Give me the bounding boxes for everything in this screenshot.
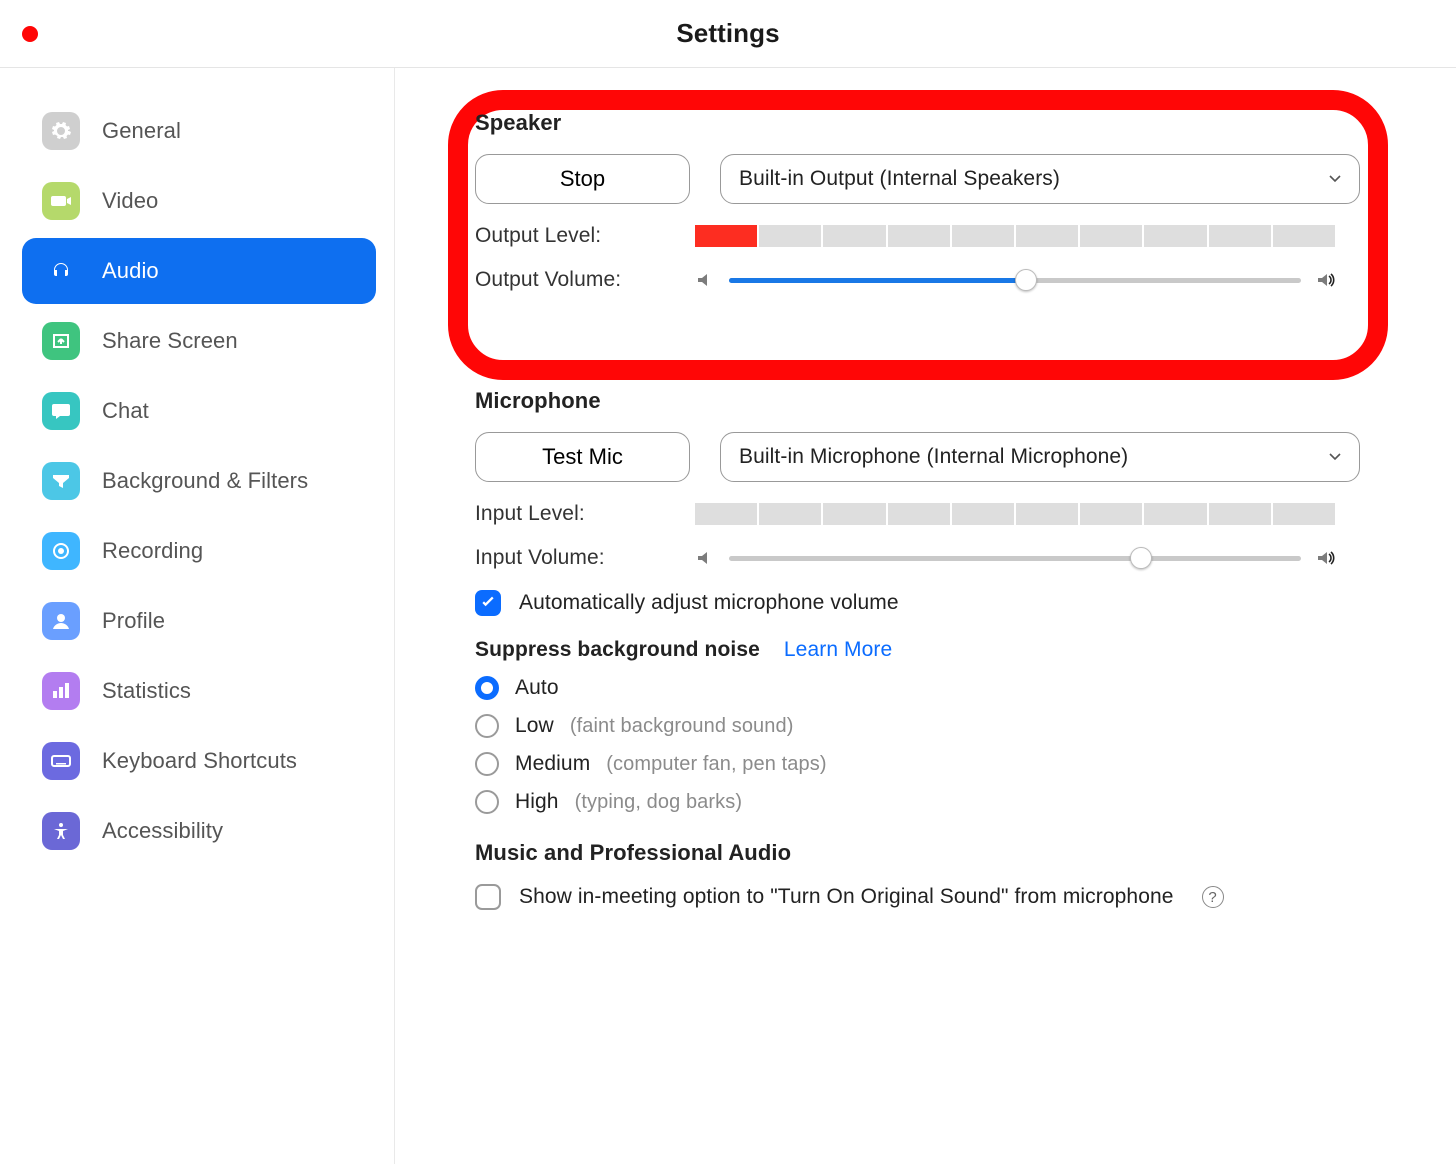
- speaker-device-label: Built-in Output (Internal Speakers): [739, 167, 1060, 191]
- learn-more-link[interactable]: Learn More: [784, 638, 892, 662]
- noise-heading: Suppress background noise: [475, 638, 760, 662]
- music-heading: Music and Professional Audio: [475, 840, 1406, 866]
- sidebar: General Video Audio Share Screen Chat Backgro…: [0, 68, 395, 1164]
- sidebar-item-video[interactable]: Video: [22, 168, 376, 234]
- volume-low-icon: [695, 548, 715, 568]
- noise-radio-group: Auto Low (faint background sound) Medium (…: [475, 676, 1406, 814]
- sidebar-item-label: Keyboard Shortcuts: [102, 748, 297, 774]
- output-level-meter: [695, 225, 1335, 247]
- auto-adjust-label: Automatically adjust microphone volume: [519, 591, 899, 615]
- original-sound-checkbox[interactable]: [475, 884, 501, 910]
- sidebar-item-label: Video: [102, 188, 158, 214]
- filters-icon: [42, 462, 80, 500]
- sidebar-item-label: Profile: [102, 608, 165, 634]
- profile-icon: [42, 602, 80, 640]
- output-volume-slider[interactable]: [695, 270, 1335, 290]
- share-icon: [42, 322, 80, 360]
- chat-icon: [42, 392, 80, 430]
- radio-hint: (typing, dog barks): [575, 791, 743, 814]
- sidebar-item-recording[interactable]: Recording: [22, 518, 376, 584]
- sidebar-item-profile[interactable]: Profile: [22, 588, 376, 654]
- volume-high-icon: [1315, 270, 1335, 290]
- radio-hint: (computer fan, pen taps): [606, 753, 826, 776]
- stats-icon: [42, 672, 80, 710]
- speaker-section: Speaker Stop Built-in Output (Internal S…: [435, 100, 1446, 322]
- original-sound-label: Show in-meeting option to "Turn On Origi…: [519, 885, 1174, 909]
- sidebar-item-label: Chat: [102, 398, 149, 424]
- speaker-heading: Speaker: [475, 110, 1406, 136]
- main-content: Speaker Stop Built-in Output (Internal S…: [395, 68, 1456, 1164]
- sidebar-item-label: Statistics: [102, 678, 191, 704]
- noise-option-high[interactable]: High (typing, dog barks): [475, 790, 1406, 814]
- noise-option-auto[interactable]: Auto: [475, 676, 1406, 700]
- auto-adjust-checkbox[interactable]: [475, 590, 501, 616]
- noise-option-medium[interactable]: Medium (computer fan, pen taps): [475, 752, 1406, 776]
- radio-label: Low: [515, 714, 554, 738]
- microphone-section: Microphone Test Mic Built-in Microphone …: [435, 348, 1446, 910]
- microphone-heading: Microphone: [475, 388, 1406, 414]
- mic-device-label: Built-in Microphone (Internal Microphone…: [739, 445, 1128, 469]
- help-icon[interactable]: ?: [1202, 886, 1224, 908]
- sidebar-item-audio[interactable]: Audio: [22, 238, 376, 304]
- input-level-meter: [695, 503, 1335, 525]
- speaker-test-button[interactable]: Stop: [475, 154, 690, 204]
- volume-high-icon: [1315, 548, 1335, 568]
- sidebar-item-label: Recording: [102, 538, 203, 564]
- output-volume-label: Output Volume:: [475, 268, 695, 292]
- sidebar-item-general[interactable]: General: [22, 98, 376, 164]
- sidebar-item-keyboard-shortcuts[interactable]: Keyboard Shortcuts: [22, 728, 376, 794]
- input-volume-slider[interactable]: [695, 548, 1335, 568]
- radio-button[interactable]: [475, 676, 499, 700]
- radio-button[interactable]: [475, 714, 499, 738]
- window-title: Settings: [0, 18, 1456, 49]
- record-icon: [42, 532, 80, 570]
- chevron-down-icon: [1329, 175, 1341, 183]
- sidebar-item-label: Audio: [102, 258, 159, 284]
- output-level-label: Output Level:: [475, 224, 695, 248]
- headphones-icon: [42, 252, 80, 290]
- input-volume-label: Input Volume:: [475, 546, 695, 570]
- radio-label: Medium: [515, 752, 590, 776]
- sidebar-item-label: Accessibility: [102, 818, 223, 844]
- input-level-label: Input Level:: [475, 502, 695, 526]
- sidebar-item-label: Share Screen: [102, 328, 238, 354]
- gear-icon: [42, 112, 80, 150]
- video-icon: [42, 182, 80, 220]
- radio-hint: (faint background sound): [570, 715, 794, 738]
- auto-adjust-checkbox-row[interactable]: Automatically adjust microphone volume: [475, 590, 1406, 616]
- sidebar-item-accessibility[interactable]: Accessibility: [22, 798, 376, 864]
- radio-label: Auto: [515, 676, 559, 700]
- mic-device-select[interactable]: Built-in Microphone (Internal Microphone…: [720, 432, 1360, 482]
- original-sound-row[interactable]: Show in-meeting option to "Turn On Origi…: [475, 884, 1406, 910]
- keyboard-icon: [42, 742, 80, 780]
- accessibility-icon: [42, 812, 80, 850]
- noise-option-low[interactable]: Low (faint background sound): [475, 714, 1406, 738]
- speaker-device-select[interactable]: Built-in Output (Internal Speakers): [720, 154, 1360, 204]
- window-close-button[interactable]: [22, 26, 38, 42]
- radio-button[interactable]: [475, 790, 499, 814]
- sidebar-item-background-filters[interactable]: Background & Filters: [22, 448, 376, 514]
- mic-test-button[interactable]: Test Mic: [475, 432, 690, 482]
- sidebar-item-statistics[interactable]: Statistics: [22, 658, 376, 724]
- sidebar-item-label: General: [102, 118, 181, 144]
- volume-low-icon: [695, 270, 715, 290]
- radio-label: High: [515, 790, 559, 814]
- radio-button[interactable]: [475, 752, 499, 776]
- chevron-down-icon: [1329, 453, 1341, 461]
- sidebar-item-label: Background & Filters: [102, 468, 308, 494]
- sidebar-item-chat[interactable]: Chat: [22, 378, 376, 444]
- sidebar-item-share-screen[interactable]: Share Screen: [22, 308, 376, 374]
- title-bar: Settings: [0, 0, 1456, 68]
